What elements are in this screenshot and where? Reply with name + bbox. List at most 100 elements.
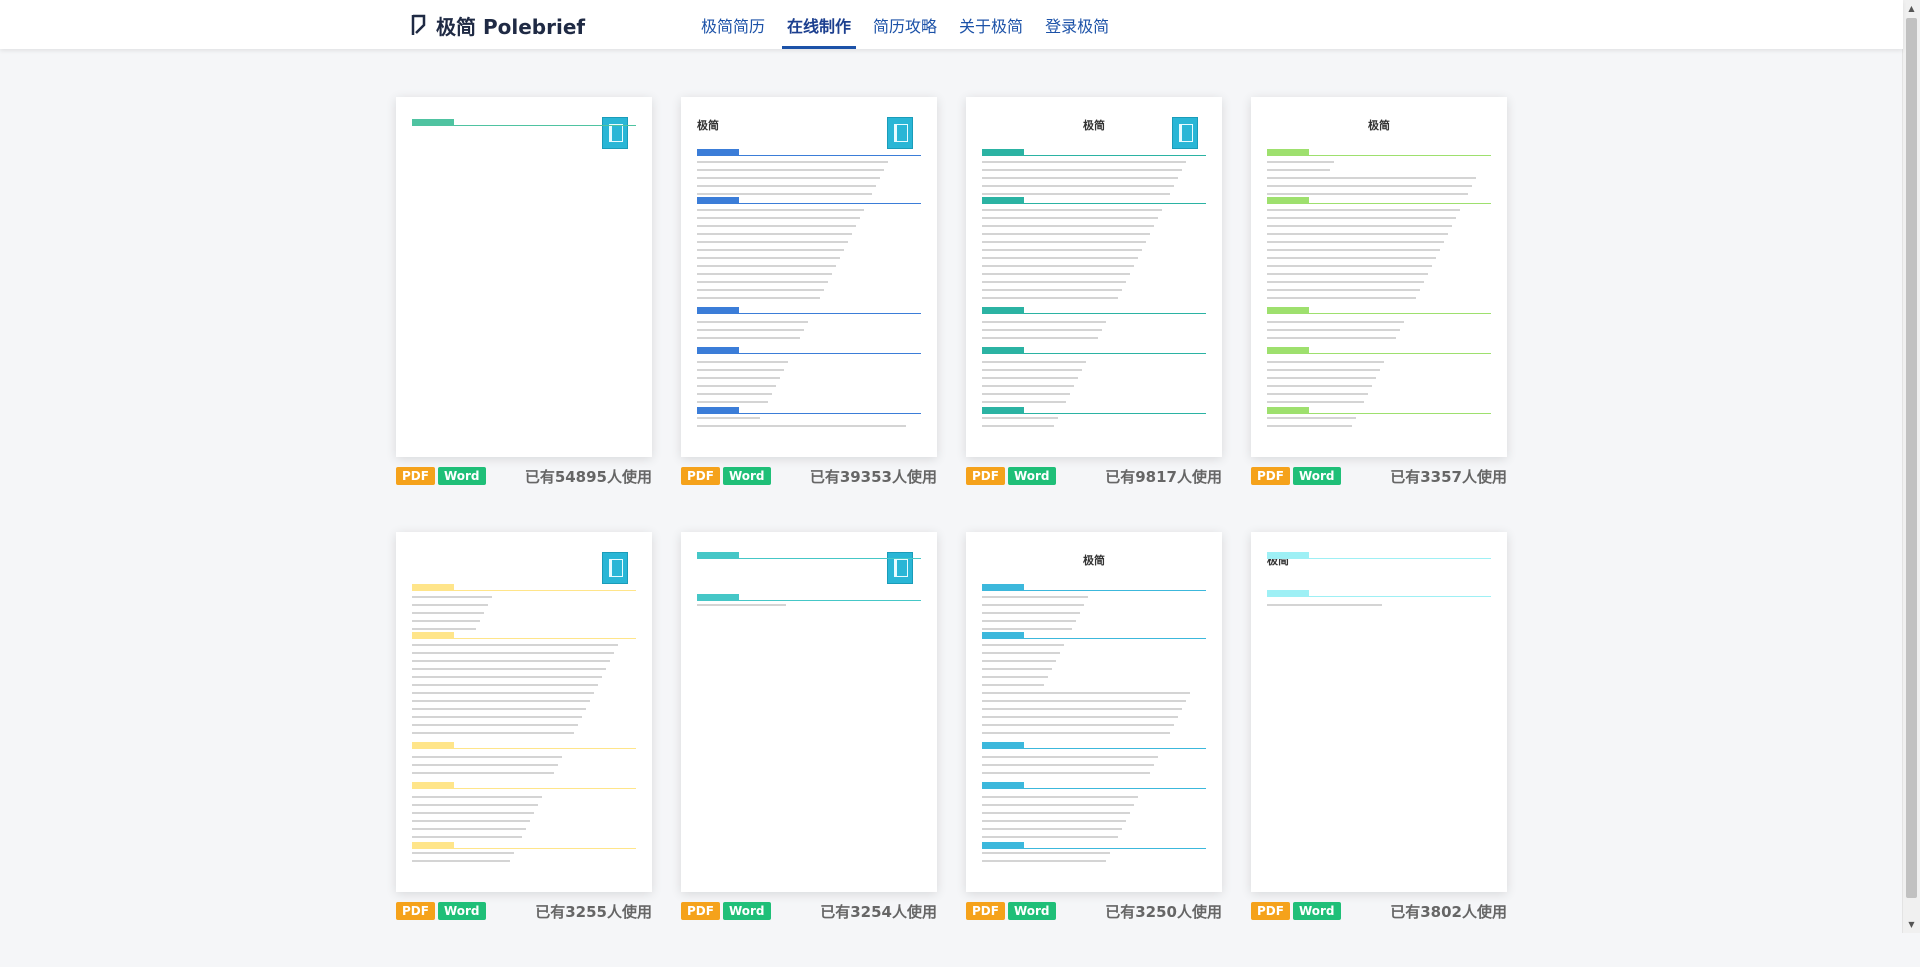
template-thumbnail[interactable] (396, 532, 652, 892)
template-thumbnail[interactable] (681, 532, 937, 892)
template-card[interactable]: 极简 PDF Word 已有39353人使用 (681, 97, 937, 532)
template-thumbnail[interactable] (396, 97, 652, 457)
template-card[interactable]: 极简 PDF Word 已有3250人使用 (966, 532, 1222, 967)
text-line (1267, 169, 1330, 171)
text-line (412, 668, 606, 670)
page-scrollbar[interactable]: ▲ ▼ (1902, 0, 1920, 933)
text-line (1267, 377, 1376, 379)
word-badge[interactable]: Word (1292, 902, 1341, 920)
word-badge[interactable]: Word (722, 902, 771, 920)
text-line (1267, 401, 1364, 403)
template-card[interactable]: PDF Word 已有3254人使用 (681, 532, 937, 967)
scroll-up-arrow-icon[interactable]: ▲ (1903, 0, 1920, 17)
word-badge[interactable]: Word (437, 902, 486, 920)
card-footer: PDF Word 已有3255人使用 (396, 900, 652, 922)
text-line (982, 377, 1078, 379)
text-line (982, 393, 1070, 395)
usage-count: 已有9817人使用 (1105, 467, 1222, 486)
section-header (697, 594, 921, 601)
nav-item-about[interactable]: 关于极简 (948, 0, 1034, 49)
word-badge[interactable]: Word (722, 467, 771, 485)
usage-count: 已有54895人使用 (524, 467, 652, 486)
text-line (697, 281, 828, 283)
text-line (982, 233, 1150, 235)
text-line (1267, 225, 1452, 227)
text-line (982, 369, 1082, 371)
text-line (697, 273, 832, 275)
text-line (982, 257, 1138, 259)
word-badge[interactable]: Word (1007, 902, 1056, 920)
text-line (412, 612, 484, 614)
text-line (1267, 604, 1382, 606)
scroll-thumb[interactable] (1906, 18, 1917, 898)
scroll-down-arrow-icon[interactable]: ▼ (1903, 916, 1920, 933)
text-line (982, 217, 1158, 219)
section-header (412, 842, 636, 849)
text-line (982, 596, 1088, 598)
text-line (1267, 289, 1420, 291)
pdf-badge[interactable]: PDF (396, 902, 435, 920)
pdf-badge[interactable]: PDF (681, 902, 720, 920)
word-badge[interactable]: Word (1007, 467, 1056, 485)
template-card[interactable]: 极简 PDF Word 已有3357人使用 (1251, 97, 1507, 532)
text-line (697, 321, 808, 323)
section-header (697, 347, 921, 354)
pdf-badge[interactable]: PDF (681, 467, 720, 485)
text-line (982, 796, 1138, 798)
template-thumbnail[interactable]: 极简 (966, 532, 1222, 892)
text-line (982, 628, 1072, 630)
logo-text: 极简 Polebrief (436, 14, 586, 39)
text-line (1267, 393, 1368, 395)
template-thumbnail[interactable]: 极简 (1251, 97, 1507, 457)
text-line (412, 692, 594, 694)
template-thumbnail[interactable]: 极简 (966, 97, 1222, 457)
pdf-badge[interactable]: PDF (966, 902, 1005, 920)
text-line (982, 297, 1118, 299)
template-card[interactable]: 极简 PDF Word 已有9817人使用 (966, 97, 1222, 532)
text-line (697, 241, 848, 243)
text-line (697, 249, 844, 251)
text-line (412, 804, 538, 806)
nav-item-login[interactable]: 登录极简 (1034, 0, 1120, 49)
text-line (982, 700, 1186, 702)
text-line (982, 249, 1142, 251)
section-header (982, 742, 1206, 749)
text-line (982, 361, 1086, 363)
text-line (412, 676, 602, 678)
template-card[interactable]: PDF Word 已有54895人使用 (396, 97, 652, 532)
word-badge[interactable]: Word (437, 467, 486, 485)
text-line (982, 668, 1052, 670)
section-header (1267, 590, 1491, 597)
nav-item-online-make[interactable]: 在线制作 (776, 0, 862, 49)
text-line (982, 417, 1058, 419)
text-line (982, 425, 1054, 427)
pdf-badge[interactable]: PDF (1251, 902, 1290, 920)
template-thumbnail[interactable]: 极简 (681, 97, 937, 457)
pdf-badge[interactable]: PDF (396, 467, 435, 485)
text-line (412, 796, 542, 798)
template-card[interactable]: PDF Word 已有3255人使用 (396, 532, 652, 967)
nav-item-guide[interactable]: 简历攻略 (862, 0, 948, 49)
template-thumbnail[interactable]: 极简 (1251, 532, 1507, 892)
text-line (1267, 257, 1436, 259)
section-header (697, 307, 921, 314)
text-line (412, 684, 598, 686)
pdf-badge[interactable]: PDF (1251, 467, 1290, 485)
pdf-badge[interactable]: PDF (966, 467, 1005, 485)
nav-item-resume[interactable]: 极简简历 (690, 0, 776, 49)
text-line (697, 417, 760, 419)
text-line (982, 676, 1048, 678)
text-line (697, 289, 824, 291)
section-header (1267, 197, 1491, 204)
text-line (697, 257, 840, 259)
word-badge[interactable]: Word (1292, 467, 1341, 485)
brand-logo[interactable]: 极简 Polebrief (410, 10, 585, 40)
text-line (982, 836, 1118, 838)
text-line (982, 185, 1174, 187)
text-line (697, 209, 864, 211)
template-card[interactable]: 极简 PDF Word 已有3802人使用 (1251, 532, 1507, 967)
text-line (1267, 337, 1396, 339)
logo-icon (411, 14, 426, 35)
section-header (982, 307, 1206, 314)
text-line (982, 724, 1174, 726)
